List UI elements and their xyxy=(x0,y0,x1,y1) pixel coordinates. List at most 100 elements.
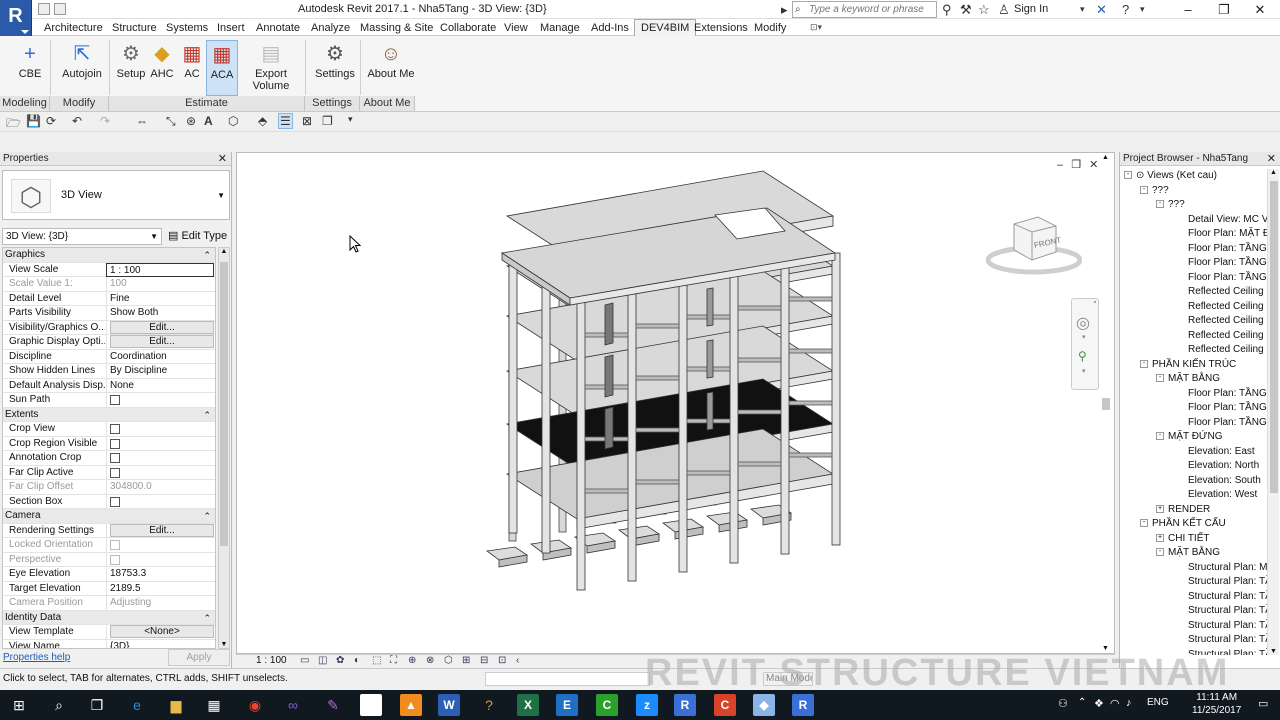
view-control-icon[interactable]: ▭ xyxy=(300,655,309,666)
export-volume-button[interactable]: ▤ Export Volume xyxy=(238,40,304,96)
communication-icon[interactable]: ⚒ xyxy=(960,2,972,17)
browser-node[interactable]: Reflected Ceiling P xyxy=(1188,300,1267,313)
save-icon[interactable] xyxy=(54,3,66,15)
property-value[interactable]: Show Both xyxy=(106,306,214,320)
tab-annotate[interactable]: Annotate xyxy=(256,22,300,34)
browser-node[interactable]: Floor Plan: TẦNG T xyxy=(1188,416,1267,429)
file-explorer-icon[interactable]: ▆ xyxy=(165,694,187,716)
section-extents[interactable]: Extents ⌃ xyxy=(3,407,215,422)
tab-architecture[interactable]: Architecture xyxy=(44,22,103,34)
text-icon[interactable]: A xyxy=(204,114,213,128)
checkbox[interactable] xyxy=(110,424,120,434)
collapse-chevron-icon[interactable]: ⌃ xyxy=(203,611,211,625)
section-graphics[interactable]: Graphics ⌃ xyxy=(3,248,215,263)
browser-node[interactable]: Floor Plan: TẦNG 5 xyxy=(1188,271,1267,284)
collapse-icon[interactable]: - xyxy=(1156,548,1164,557)
edit-button[interactable]: Edit... xyxy=(110,523,214,537)
sync-icon[interactable]: ⟳ xyxy=(46,114,56,128)
browser-node[interactable]: - PHẦN KIẾN TRÚC xyxy=(1140,358,1236,371)
help-dropdown-icon[interactable]: ▾ xyxy=(1140,2,1145,17)
thin-lines-icon[interactable]: ☰ xyxy=(278,113,293,129)
properties-scrollbar[interactable]: ▲ ▼ xyxy=(218,247,230,649)
expand-icon[interactable]: + xyxy=(1156,533,1164,542)
browser-node[interactable]: -??? xyxy=(1156,198,1185,211)
workset-selector[interactable] xyxy=(485,672,650,686)
view-scale-control[interactable]: 1 : 100 xyxy=(256,655,287,666)
section-icon[interactable]: ⬘ xyxy=(258,114,267,128)
volume-icon[interactable]: ♪ xyxy=(1126,697,1132,709)
app-icon[interactable]: ✚ xyxy=(360,694,382,716)
section-identity-data[interactable]: Identity Data ⌃ xyxy=(3,610,215,625)
view-control-icon[interactable]: ⬡ xyxy=(444,655,453,666)
ahc-button[interactable]: ◆ AHC xyxy=(148,40,176,96)
autojoin-button[interactable]: ⇱ Autojoin xyxy=(58,40,106,96)
property-value[interactable]: {3D} xyxy=(106,639,214,648)
view-control-icon[interactable]: ⊡ xyxy=(498,655,506,666)
view-control-icon[interactable]: ⊗ xyxy=(426,655,434,666)
browser-node[interactable]: Floor Plan: TẦNG 2 xyxy=(1188,242,1267,255)
setup-button[interactable]: ⚙ Setup xyxy=(113,40,149,96)
minimize-button[interactable]: – xyxy=(1170,0,1206,19)
property-value[interactable]: Edit... xyxy=(106,335,214,349)
browser-node[interactable]: Reflected Ceiling P xyxy=(1188,343,1267,356)
sign-in-dropdown-icon[interactable]: ▾ xyxy=(1080,2,1085,17)
view-control-icon[interactable]: ◫ xyxy=(318,655,327,666)
checkbox[interactable] xyxy=(110,453,120,463)
app-icon[interactable]: C xyxy=(714,694,736,716)
save-icon[interactable]: 💾 xyxy=(26,114,41,128)
drawing-area[interactable] xyxy=(236,152,1115,654)
chrome-icon[interactable]: ◉ xyxy=(244,694,266,716)
tab-dev4bim[interactable]: DEV4BIM xyxy=(634,19,697,36)
tab-add-ins[interactable]: Add-Ins xyxy=(591,22,629,34)
view-minimize-icon[interactable]: – xyxy=(1057,159,1063,171)
collapse-icon[interactable]: - xyxy=(1140,359,1148,368)
dropbox-icon[interactable]: ❖ xyxy=(1094,697,1104,710)
browser-node[interactable]: Floor Plan: TẦNG 1 xyxy=(1188,387,1267,400)
undo-icon[interactable]: ↶ xyxy=(72,114,82,128)
checkbox[interactable] xyxy=(110,467,120,478)
property-value[interactable] xyxy=(106,422,214,436)
collapse-icon[interactable]: - xyxy=(1140,185,1148,194)
collapse-icon[interactable]: - xyxy=(1140,519,1148,528)
about-me-button[interactable]: ☺ About Me xyxy=(366,40,416,96)
edit-button[interactable]: Edit... xyxy=(110,335,214,348)
browser-node[interactable]: Elevation: East xyxy=(1188,445,1255,458)
excel-icon[interactable]: X xyxy=(517,694,539,716)
vlc-icon[interactable]: ▲ xyxy=(400,694,422,716)
collapse-chevron-icon[interactable]: ⌃ xyxy=(203,408,211,422)
search-box[interactable]: ⌕ xyxy=(792,1,937,18)
tab-massing-site[interactable]: Massing & Site xyxy=(360,22,433,34)
clock[interactable]: 11:11 AM 11/25/2017 xyxy=(1192,691,1241,717)
view-scrollbar[interactable]: ▲ ▼ xyxy=(1100,154,1112,652)
browser-node[interactable]: Floor Plan: TẦNG 3 xyxy=(1188,401,1267,414)
tag-icon[interactable]: ⊛ xyxy=(186,114,196,128)
settings-button[interactable]: ⚙ Settings xyxy=(313,40,357,96)
property-value[interactable]: Fine xyxy=(106,291,214,306)
checkbox[interactable] xyxy=(110,496,120,507)
collapse-icon[interactable]: - xyxy=(1124,171,1132,180)
exchange-apps-icon[interactable]: ✕ xyxy=(1096,2,1107,17)
browser-node[interactable]: + CHI TIẾT xyxy=(1156,532,1209,545)
view-control-icon[interactable]: ⊞ xyxy=(462,655,470,666)
cbe-button[interactable]: + CBE xyxy=(8,40,52,96)
section-camera[interactable]: Camera ⌃ xyxy=(3,509,215,524)
tab-insert[interactable]: Insert xyxy=(217,22,245,34)
zoom-icon[interactable]: ⚲ xyxy=(1078,349,1087,363)
zalo-icon[interactable]: z xyxy=(636,694,658,716)
collapse-icon[interactable]: - xyxy=(1156,432,1164,441)
property-value[interactable]: Coordination xyxy=(106,349,214,364)
search-icon[interactable]: ⌕ xyxy=(48,694,70,716)
property-value[interactable] xyxy=(106,451,214,465)
view-control-icon[interactable]: ‹ xyxy=(516,655,519,666)
edit-button[interactable]: <None> xyxy=(110,625,214,638)
browser-node[interactable]: Reflected Ceiling P xyxy=(1188,329,1267,342)
notifications-icon[interactable]: ▭ xyxy=(1258,697,1268,710)
dimension-icon[interactable]: ⤡ xyxy=(166,114,176,129)
property-value[interactable]: <None> xyxy=(106,625,214,639)
user-icon[interactable]: ♙ xyxy=(998,2,1010,17)
steering-wheel-icon[interactable]: ◎ xyxy=(1076,313,1090,333)
collapse-icon[interactable]: - xyxy=(1156,374,1164,383)
property-value[interactable] xyxy=(106,393,214,407)
3d-view-icon[interactable]: ⬡ xyxy=(228,114,238,128)
building-3d-model[interactable] xyxy=(237,153,1114,653)
